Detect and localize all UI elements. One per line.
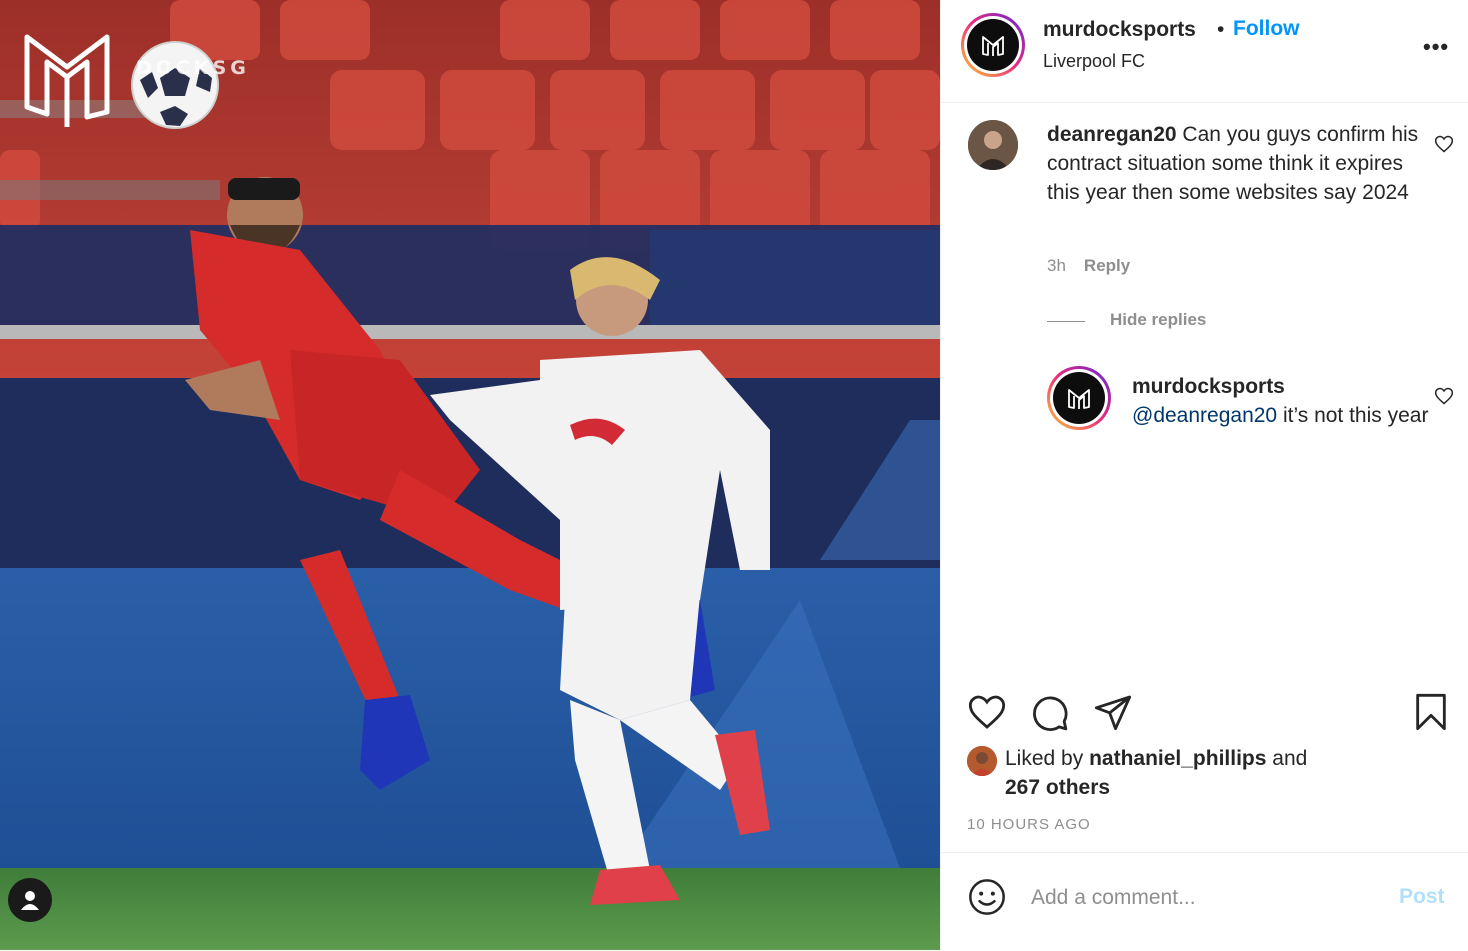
bookmark-save-icon[interactable] xyxy=(1411,692,1451,732)
header-username[interactable]: murdocksports xyxy=(1043,18,1196,42)
comment-text: deanregan20 Can you guys confirm his con… xyxy=(1047,120,1419,207)
account-avatar[interactable] xyxy=(961,13,1025,77)
post-comment-button[interactable]: Post xyxy=(1399,885,1445,909)
likes-prefix: Liked by xyxy=(1005,747,1090,770)
hide-replies-line xyxy=(1047,321,1085,322)
comment-meta: 3h Reply xyxy=(1047,256,1130,276)
user-tag-button[interactable] xyxy=(8,878,52,922)
likes-others[interactable]: 267 others xyxy=(1005,776,1110,799)
post-location[interactable]: Liverpool FC xyxy=(1043,51,1145,72)
share-send-icon[interactable] xyxy=(1093,692,1133,732)
reply-like-heart-icon[interactable] xyxy=(1434,386,1454,406)
post-timestamp[interactable]: 10 HOURS AGO xyxy=(967,816,1091,833)
reply-body: it’s not this year xyxy=(1277,404,1429,427)
reply-text: murdocksports @deanregan20 it’s not this… xyxy=(1132,372,1432,430)
comment-bubble-icon[interactable] xyxy=(1030,693,1070,733)
comment-username[interactable]: deanregan20 xyxy=(1047,123,1177,146)
comment-time[interactable]: 3h xyxy=(1047,256,1066,275)
like-heart-icon[interactable] xyxy=(967,692,1007,732)
football-icon xyxy=(131,41,219,129)
post-side-panel: murdocksports • Follow Liverpool FC ••• … xyxy=(940,0,1468,950)
comment-like-heart-icon[interactable] xyxy=(1434,134,1454,154)
reply-username[interactable]: murdocksports xyxy=(1132,375,1285,398)
hide-replies-button[interactable]: Hide replies xyxy=(1110,310,1206,330)
post-header: murdocksports • Follow Liverpool FC ••• xyxy=(941,0,1468,103)
header-separator: • xyxy=(1217,18,1225,41)
reply-avatar[interactable] xyxy=(1047,366,1111,430)
watermark-text: DOCKSG xyxy=(136,57,250,79)
likes-text: Liked by nathaniel_phillips and 267 othe… xyxy=(1005,744,1445,802)
liker-username[interactable]: nathaniel_phillips xyxy=(1089,747,1266,770)
post-photo[interactable]: DOCKSG xyxy=(0,0,940,950)
emoji-smiley-icon[interactable] xyxy=(967,877,1007,917)
football-photo xyxy=(0,0,940,950)
add-comment-bar: Post xyxy=(941,852,1468,951)
likes-suffix: and xyxy=(1266,747,1308,770)
avatar-image-icon xyxy=(967,746,997,776)
comment-input[interactable] xyxy=(1031,881,1381,915)
murdock-m-logo-icon xyxy=(1068,389,1090,409)
reply-mention[interactable]: @deanregan20 xyxy=(1132,404,1277,427)
more-options-button[interactable]: ••• xyxy=(1423,34,1449,60)
murdock-m-logo-icon xyxy=(982,36,1004,56)
user-tag-icon xyxy=(21,891,39,910)
action-bar xyxy=(941,690,1468,734)
commenter-avatar[interactable] xyxy=(968,120,1018,170)
liker-avatar[interactable] xyxy=(967,746,997,776)
follow-button[interactable]: Follow xyxy=(1233,17,1300,41)
avatar-image-icon xyxy=(968,120,1018,170)
murdock-m-logo-icon xyxy=(24,34,110,127)
reply-button[interactable]: Reply xyxy=(1084,256,1130,275)
